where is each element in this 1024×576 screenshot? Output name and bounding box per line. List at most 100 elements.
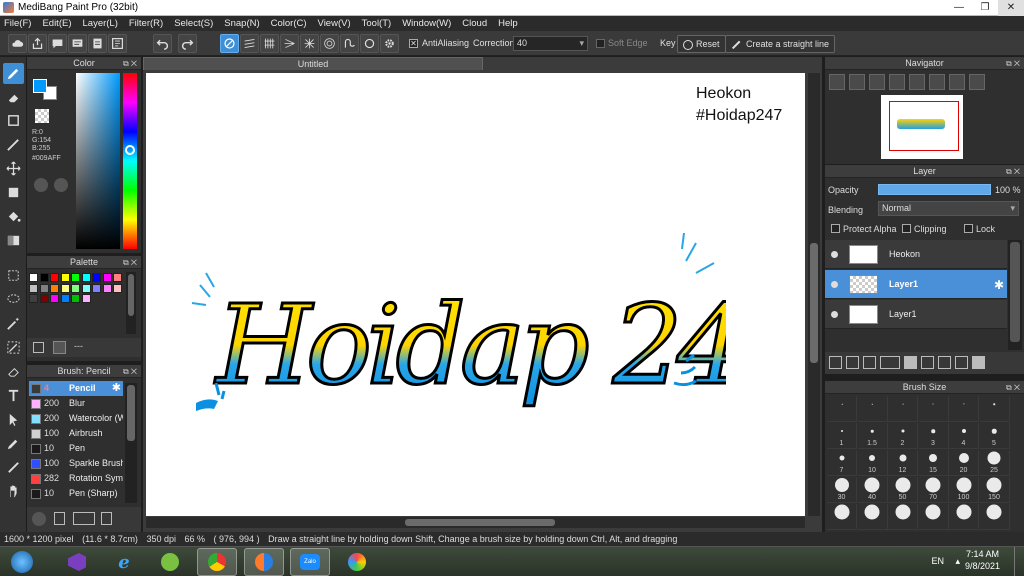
fill-rectangle-tool-icon[interactable]: [3, 182, 24, 203]
start-button-icon[interactable]: [2, 548, 42, 576]
new-halftone-layer-icon[interactable]: [846, 356, 859, 369]
soft-edge-checkbox[interactable]: [596, 39, 605, 48]
brush-size-cell[interactable]: [918, 504, 949, 530]
menu-filter[interactable]: Filter(R): [129, 16, 163, 31]
brush-item[interactable]: 100 Sparkle Brush: [29, 456, 123, 471]
material-icon[interactable]: [108, 34, 127, 53]
clipping-checkbox[interactable]: [902, 224, 911, 233]
zoom-out-icon[interactable]: [889, 74, 905, 90]
palette-swatch[interactable]: [50, 273, 59, 282]
antialiasing-checkbox[interactable]: [409, 39, 418, 48]
move-tool-icon[interactable]: [3, 158, 24, 179]
eyedropper-2-tool-icon[interactable]: [3, 457, 24, 478]
palette-swatch[interactable]: [102, 273, 112, 282]
brush-item[interactable]: 200 Watercolor (W: [29, 411, 123, 426]
menu-select[interactable]: Select(S): [174, 16, 213, 31]
bucket-tool-icon[interactable]: [3, 206, 24, 227]
internet-explorer-icon[interactable]: e: [104, 548, 144, 576]
new-palette-icon[interactable]: [33, 342, 44, 353]
brush-size-cell[interactable]: [918, 396, 949, 422]
brush-size-cell[interactable]: 30: [827, 477, 857, 503]
visibility-icon[interactable]: [831, 311, 838, 318]
merge-layer-icon[interactable]: [938, 356, 951, 369]
brush-size-cell[interactable]: 2: [888, 423, 918, 449]
minimize-button[interactable]: —: [946, 0, 972, 16]
palette-swatch[interactable]: [81, 283, 91, 293]
palette-swatch[interactable]: [113, 273, 122, 282]
zoom-fit-icon[interactable]: [869, 74, 885, 90]
palette-swatch[interactable]: [92, 283, 101, 293]
flip-icon[interactable]: [969, 74, 985, 90]
correction-select[interactable]: 40: [513, 36, 588, 51]
parallel-snap-icon[interactable]: [240, 34, 259, 53]
magic-wand-tool-icon[interactable]: [3, 313, 24, 334]
new-layer-icon[interactable]: [829, 356, 842, 369]
hand-tool-icon[interactable]: [3, 481, 24, 502]
brush-size-cell[interactable]: [827, 504, 857, 530]
concentric-snap-icon[interactable]: [320, 34, 339, 53]
menu-file[interactable]: File(F): [4, 16, 31, 31]
brush-size-cell[interactable]: 150: [979, 477, 1010, 503]
brush-size-cell[interactable]: [979, 504, 1010, 530]
menu-cloud[interactable]: Cloud: [462, 16, 487, 31]
select-eraser-tool-icon[interactable]: [3, 361, 24, 382]
palette-swatch[interactable]: [39, 294, 49, 303]
palette-swatch[interactable]: [113, 283, 122, 293]
palette-swatch[interactable]: [60, 283, 70, 293]
zoom-in-icon[interactable]: [849, 74, 865, 90]
brush-size-cell[interactable]: 15: [918, 450, 949, 476]
palette-swatch[interactable]: [71, 283, 80, 293]
eraser-tool-icon[interactable]: [3, 87, 24, 108]
color-wheel-icon[interactable]: [34, 178, 48, 192]
palette-scrollbar[interactable]: [126, 272, 136, 334]
share-icon[interactable]: [28, 34, 47, 53]
duplicate-layer-icon[interactable]: [921, 356, 934, 369]
brush-size-cell[interactable]: 20: [949, 450, 979, 476]
brush-size-cell[interactable]: [857, 504, 888, 530]
palette-swatch[interactable]: [71, 294, 80, 303]
redo-icon[interactable]: [178, 34, 197, 53]
clock[interactable]: 7:14 AM 9/8/2021: [965, 549, 1000, 571]
brush-size-cell[interactable]: [979, 396, 1010, 422]
color-picker-icon[interactable]: [54, 178, 68, 192]
gradient-tool-icon[interactable]: [3, 230, 24, 251]
message-icon[interactable]: [68, 34, 87, 53]
rectangle-tool-icon[interactable]: [3, 110, 24, 131]
visibility-icon[interactable]: [831, 251, 838, 258]
brush-item[interactable]: 282 Rotation Sym: [29, 471, 123, 486]
brush-scrollbar[interactable]: [125, 383, 137, 503]
zalo-icon[interactable]: Zalo: [290, 548, 330, 576]
radial-snap-icon[interactable]: [280, 34, 299, 53]
lock-checkbox[interactable]: [964, 224, 973, 233]
layer-item-layer1-selected[interactable]: Layer1 ✱: [825, 270, 1007, 299]
radial-line-snap-icon[interactable]: [300, 34, 319, 53]
palette-swatch[interactable]: [39, 273, 49, 282]
medibang-taskbar-icon[interactable]: [244, 548, 284, 576]
layer-item-heokon[interactable]: Heokon: [825, 240, 1007, 269]
palette-swatch[interactable]: [60, 273, 70, 282]
tray-expand-icon[interactable]: ▴: [955, 556, 960, 567]
brush-size-cell[interactable]: 12: [888, 450, 918, 476]
palette-swatch[interactable]: [50, 283, 59, 293]
palette-swatch[interactable]: [29, 273, 38, 282]
eyedropper-tool-icon[interactable]: [3, 433, 24, 454]
palette-swatch[interactable]: [29, 283, 38, 293]
new-8bit-layer-icon[interactable]: [863, 356, 876, 369]
brush-settings-icon[interactable]: [32, 512, 46, 526]
gear-icon[interactable]: ✱: [994, 278, 1004, 292]
layer-scrollbar[interactable]: [1008, 240, 1022, 350]
brush-size-cell[interactable]: [888, 396, 918, 422]
canvas[interactable]: Heokon #Hoidap247 Hoidap 247: [146, 73, 805, 516]
brush-item[interactable]: 200 Blur: [29, 396, 123, 411]
palette-swatch[interactable]: [60, 294, 70, 303]
brush-size-cell[interactable]: 100: [949, 477, 979, 503]
hue-handle[interactable]: [125, 145, 135, 155]
palette-swatch[interactable]: [102, 283, 112, 293]
show-desktop-button[interactable]: [1014, 547, 1024, 576]
new-brush-icon[interactable]: [54, 512, 65, 525]
canvas-horizontal-scrollbar[interactable]: [146, 517, 805, 528]
brush-size-cell[interactable]: 50: [888, 477, 918, 503]
brush-size-cell[interactable]: [888, 504, 918, 530]
rotate-left-icon[interactable]: [909, 74, 925, 90]
brush-size-cell[interactable]: 1: [827, 423, 857, 449]
